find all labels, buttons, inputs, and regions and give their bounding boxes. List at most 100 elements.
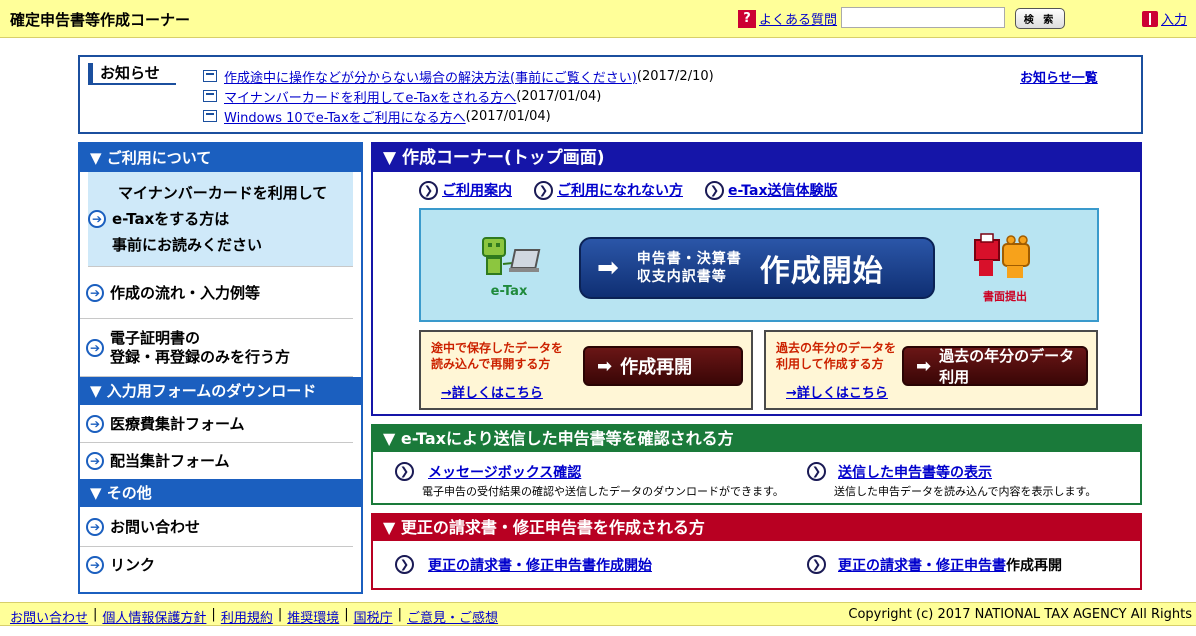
footer-link-privacy[interactable]: 個人情報保護方針 bbox=[102, 607, 206, 626]
correction-start-link[interactable]: 更正の請求書・修正申告書作成開始 bbox=[422, 555, 652, 575]
submit-label: 書面提出 bbox=[983, 290, 1027, 303]
notice-date: (2017/01/04) bbox=[465, 108, 551, 124]
past-year-box: 過去の年分のデータを 利用して作成する方 →詳しくはこちら ➡ 過去の年分のデー… bbox=[764, 330, 1098, 410]
start-sub-text: 申告書・決算書 収支内訳書等 bbox=[637, 250, 742, 286]
start-sub-line: 収支内訳書等 bbox=[636, 269, 727, 285]
correction-resume-suffix: 作成再開 bbox=[1006, 558, 1062, 574]
link-label[interactable]: ご利用案内 bbox=[442, 180, 512, 200]
notice-item: Windows 10でe-Taxをご利用になる方へ (2017/01/04) bbox=[203, 106, 714, 126]
footer-links: お問い合わせ | 個人情報保護方針 | 利用規約 | 推奨環境 | 国税庁 | … bbox=[10, 607, 498, 626]
resume-details-link[interactable]: →詳しくはこちら bbox=[441, 382, 543, 401]
creation-corner-panel: ▼ 作成コーナー(トップ画面) ❯ ご利用案内 ❯ ご利用になれない方 ❯ e-… bbox=[371, 142, 1142, 416]
notice-item: マイナンバーカードを利用してe-Taxをされる方へ (2017/01/04) bbox=[203, 86, 714, 106]
usage-guide-link[interactable]: ❯ ご利用案内 bbox=[419, 180, 512, 200]
etax-label: e-Tax bbox=[490, 284, 528, 299]
chevron-right-icon: ❯ bbox=[705, 180, 724, 200]
chevron-right-icon: ❯ bbox=[419, 180, 438, 200]
arrow-right-icon: ➡ bbox=[597, 253, 619, 283]
chevron-right-icon: ❯ bbox=[807, 462, 826, 481]
past-details-link[interactable]: →詳しくはこちら bbox=[786, 382, 888, 401]
arrow-right-icon: ➔ bbox=[86, 556, 104, 574]
correction-panel: ▼ 更正の請求書・修正申告書を作成される方 ❯ 更正の請求書・修正申告書作成開始… bbox=[371, 513, 1142, 590]
sidebar-item-mynumber[interactable]: ➔ マイナンバーカードを利用して e-Taxをする方は 事前にお読みください bbox=[88, 172, 353, 267]
notice-date: (2017/01/04) bbox=[516, 88, 602, 104]
link-label[interactable]: e-Tax送信体験版 bbox=[728, 180, 837, 200]
sidebar-item-contact[interactable]: ➔ お問い合わせ bbox=[80, 507, 353, 547]
faq-link[interactable]: ? よくある質問 bbox=[738, 9, 837, 28]
resume-button[interactable]: ➡ 作成再開 bbox=[583, 346, 743, 386]
section-header-usage: ▼ ご利用について bbox=[80, 144, 361, 172]
start-creation-button[interactable]: ➡ 申告書・決算書 収支内訳書等 作成開始 bbox=[579, 237, 935, 299]
notice-box: お知らせ 作成途中に操作などが分からない場合の解決方法(事前にご覧ください) (… bbox=[78, 55, 1143, 134]
correction-resume-label: 更正の請求書・修正申告書作成再開 bbox=[834, 555, 1062, 575]
link-label[interactable]: ご利用になれない方 bbox=[557, 180, 683, 200]
etax-trial-link[interactable]: ❯ e-Tax送信体験版 bbox=[705, 180, 837, 200]
sent-display-row: ❯ 送信した申告書等の表示 送信した申告データを読み込んで内容を表示します。 bbox=[807, 462, 1096, 499]
site-title: 確定申告書等作成コーナー bbox=[10, 11, 191, 29]
sidebar-line: 事前にお読みください bbox=[112, 236, 263, 254]
footer-separator: | bbox=[211, 607, 216, 622]
past-description: 過去の年分のデータを 利用して作成する方 bbox=[776, 340, 896, 372]
arrow-right-icon: ➔ bbox=[86, 338, 104, 357]
arrow-right-icon: ➡ bbox=[597, 355, 613, 377]
footer-link-nta[interactable]: 国税庁 bbox=[354, 607, 393, 626]
desc-line: 過去の年分のデータを bbox=[776, 341, 897, 355]
sidebar-item-medical-form[interactable]: ➔ 医療費集計フォーム bbox=[80, 405, 353, 443]
unavailable-link[interactable]: ❯ ご利用になれない方 bbox=[534, 180, 683, 200]
message-box-row: ❯ メッセージボックス確認 電子申告の受付結果の確認や送信したデータのダウンロー… bbox=[395, 462, 784, 499]
sidebar-item-dividend-form[interactable]: ➔ 配当集計フォーム bbox=[80, 443, 353, 479]
faq-label[interactable]: よくある質問 bbox=[759, 9, 837, 28]
panel-title: ▼ e-Taxにより送信した申告書等を確認される方 bbox=[373, 426, 1140, 452]
sidebar-item-label: 電子証明書の 登録・再登録のみを行う方 bbox=[110, 329, 290, 367]
chevron-right-icon: ❯ bbox=[807, 555, 826, 574]
sidebar-line: e-Taxをする方は bbox=[112, 210, 230, 228]
sidebar-item-links[interactable]: ➔ リンク bbox=[80, 547, 353, 583]
notice-all-link[interactable]: お知らせ一覧 bbox=[1020, 67, 1098, 86]
sidebar-line: マイナンバーカードを利用して bbox=[118, 184, 328, 202]
sidebar-item-certificate[interactable]: ➔ 電子証明書の 登録・再登録のみを行う方 bbox=[80, 319, 353, 377]
notice-list: 作成途中に操作などが分からない場合の解決方法(事前にご覧ください) (2017/… bbox=[203, 66, 714, 126]
window-icon bbox=[203, 70, 217, 82]
arrow-right-icon: ➔ bbox=[86, 283, 104, 302]
notice-link[interactable]: Windows 10でe-Taxをご利用になる方へ bbox=[224, 107, 466, 126]
arrow-right-icon: ➔ bbox=[86, 517, 104, 536]
footer-separator: | bbox=[277, 607, 283, 622]
sidebar-item-label: お問い合わせ bbox=[110, 517, 201, 536]
sent-display-description: 送信した申告データを読み込んで内容を表示します。 bbox=[834, 485, 1097, 498]
resume-description: 途中で保存したデータを 読み込んで再開する方 bbox=[431, 340, 563, 372]
resume-button-label: 作成再開 bbox=[620, 357, 693, 378]
copyright: Copyright (c) 2017 NATIONAL TAX AGENCY A… bbox=[848, 607, 1192, 622]
search-input[interactable] bbox=[841, 7, 1005, 28]
footer-link-contact[interactable]: お問い合わせ bbox=[10, 607, 88, 626]
search-button[interactable]: 検 索 bbox=[1015, 8, 1065, 29]
section-header-forms: ▼ 入力用フォームのダウンロード bbox=[80, 377, 361, 405]
entry-link[interactable]: 入力 bbox=[1142, 9, 1187, 28]
notice-link[interactable]: マイナンバーカードを利用してe-Taxをされる方へ bbox=[224, 87, 516, 106]
paper-submit-mascot-icon bbox=[974, 233, 1030, 278]
correction-resume-row: ❯ 更正の請求書・修正申告書作成再開 bbox=[807, 555, 1062, 575]
arrow-right-icon: ➔ bbox=[86, 414, 104, 433]
correction-resume-link[interactable]: 更正の請求書・修正申告書 bbox=[838, 558, 1006, 574]
panel-title: ▼ 作成コーナー(トップ画面) bbox=[373, 144, 1140, 172]
footer-link-feedback[interactable]: ご意見・ご感想 bbox=[407, 607, 498, 626]
sidebar-item-flow[interactable]: ➔ 作成の流れ・入力例等 bbox=[80, 267, 353, 319]
arrow-right-icon: ➔ bbox=[88, 210, 106, 228]
notice-link[interactable]: 作成途中に操作などが分からない場合の解決方法(事前にご覧ください) bbox=[224, 67, 637, 86]
entry-label[interactable]: 入力 bbox=[1161, 9, 1187, 28]
chevron-right-icon: ❯ bbox=[395, 555, 414, 574]
sidebar-line: 登録・再登録のみを行う方 bbox=[110, 347, 291, 366]
sent-display-link[interactable]: 送信した申告書等の表示 bbox=[834, 462, 1096, 482]
header-bar: 確定申告書等作成コーナー ? よくある質問 検 索 入力 bbox=[0, 0, 1196, 38]
start-main-label: 作成開始 bbox=[759, 254, 884, 289]
message-box-link[interactable]: メッセージボックス確認 bbox=[422, 462, 784, 482]
sidebar-item-label: 医療費集計フォーム bbox=[110, 414, 245, 433]
footer-link-terms[interactable]: 利用規約 bbox=[221, 607, 273, 626]
desc-line: 途中で保存したデータを bbox=[431, 341, 564, 355]
past-year-button[interactable]: ➡ 過去の年分のデータ利用 bbox=[902, 346, 1088, 386]
window-icon bbox=[203, 90, 217, 102]
message-box-description: 電子申告の受付結果の確認や送信したデータのダウンロードができます。 bbox=[422, 485, 784, 498]
start-banner[interactable]: e-Tax ➡ 申告書・決算書 収支内訳書等 作成開始 書面提出 bbox=[419, 208, 1099, 322]
sidebar-item-label: マイナンバーカードを利用して e-Taxをする方は 事前にお読みください bbox=[112, 180, 327, 258]
footer-separator: | bbox=[93, 607, 98, 622]
footer-link-environment[interactable]: 推奨環境 bbox=[287, 607, 339, 626]
